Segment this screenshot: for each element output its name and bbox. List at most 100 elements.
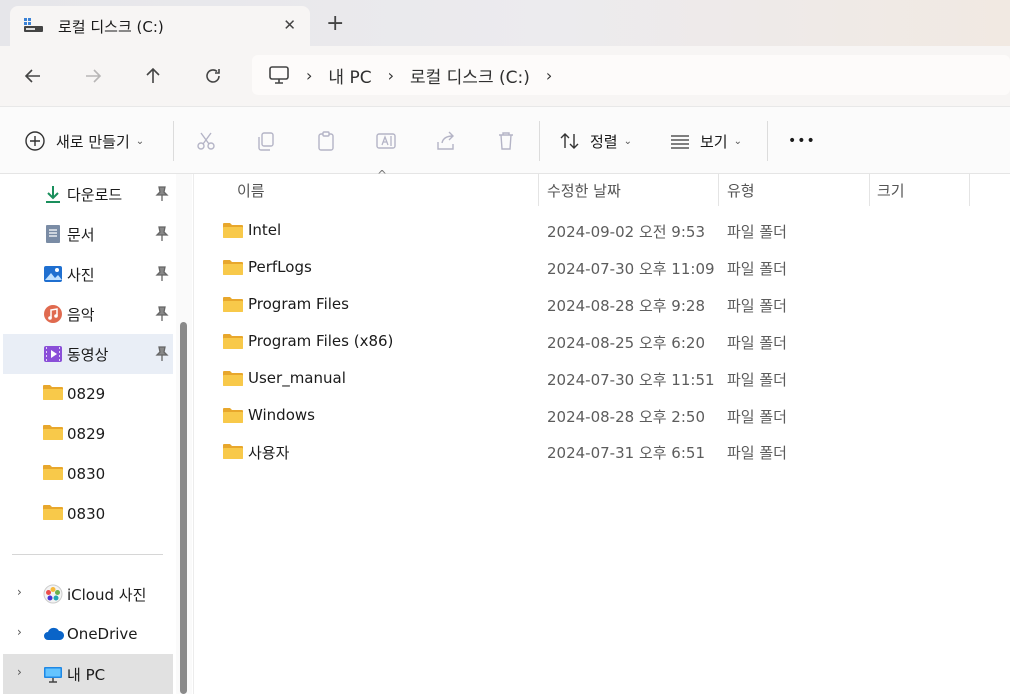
rename-button[interactable] — [375, 127, 397, 155]
file-modified: 2024-07-31 오후 6:51 — [547, 444, 705, 462]
breadcrumb-my-pc[interactable]: 내 PC — [328, 63, 371, 88]
sidebar-item-label: 음악 — [67, 305, 95, 324]
column-divider[interactable] — [969, 174, 970, 206]
up-button[interactable] — [139, 62, 167, 90]
clipboard-icon — [318, 131, 334, 151]
sidebar-item-folder-0830[interactable]: 0830 — [3, 454, 173, 494]
file-type: 파일 폴더 — [727, 260, 787, 278]
pictures-icon — [43, 264, 63, 284]
folder-icon — [223, 222, 243, 238]
sidebar-divider — [12, 554, 163, 555]
column-header-size[interactable]: 크기 — [877, 174, 905, 206]
sidebar-item-folder-0829[interactable]: 0829 — [3, 414, 173, 454]
new-button[interactable]: 새로 만들기 ⌄ — [24, 127, 144, 155]
chevron-right-icon[interactable]: › — [546, 66, 552, 85]
file-modified: 2024-09-02 오전 9:53 — [547, 223, 705, 241]
table-row[interactable]: User_manual 2024-07-30 오후 11:51 파일 폴더 — [194, 360, 1010, 397]
sidebar-item-music[interactable]: 음악 — [3, 294, 173, 334]
sidebar-item-videos[interactable]: 동영상 — [3, 334, 173, 374]
pin-icon[interactable] — [155, 346, 169, 362]
sort-ascending-icon: ^ — [377, 168, 388, 182]
table-row[interactable]: Intel 2024-09-02 오전 9:53 파일 폴더 — [194, 212, 1010, 249]
sidebar-item-icloud-photos[interactable]: › iCloud 사진 — [3, 574, 173, 614]
video-icon — [43, 344, 63, 364]
drive-icon — [24, 18, 44, 34]
pin-icon[interactable] — [155, 226, 169, 242]
command-bar: 새로 만들기 ⌄ 정렬 ⌄ 보기 ⌄ ••• — [0, 106, 1010, 174]
column-divider[interactable] — [869, 174, 870, 206]
more-options-button[interactable]: ••• — [788, 127, 816, 155]
cut-button[interactable] — [195, 127, 217, 155]
sidebar-scrollbar-thumb[interactable] — [180, 322, 187, 694]
file-name: 사용자 — [248, 444, 290, 462]
sidebar-item-my-pc[interactable]: › 내 PC — [3, 654, 173, 694]
sidebar-item-downloads[interactable]: 다운로드 — [3, 174, 173, 214]
sort-button[interactable]: 정렬 ⌄ — [559, 127, 632, 155]
forward-button[interactable] — [79, 62, 107, 90]
column-divider[interactable] — [538, 174, 539, 206]
pin-icon[interactable] — [155, 306, 169, 322]
sidebar-item-label: 0830 — [67, 505, 106, 523]
chevron-right-icon[interactable]: › — [17, 585, 22, 599]
sidebar-item-label: 0829 — [67, 425, 106, 443]
chevron-down-icon: ⌄ — [623, 135, 632, 147]
trash-icon — [499, 132, 513, 150]
column-header-name[interactable]: 이름 — [237, 174, 265, 206]
share-button[interactable] — [435, 127, 457, 155]
table-row[interactable]: Windows 2024-08-28 오후 2:50 파일 폴더 — [194, 397, 1010, 434]
sort-icon — [560, 133, 579, 149]
pin-icon[interactable] — [155, 186, 169, 202]
folder-icon — [223, 259, 243, 275]
refresh-button[interactable] — [199, 62, 227, 90]
rename-icon — [376, 133, 396, 149]
navigation-pane: 다운로드 문서 사진 음악 동영상 0829 0829 0830 0830 › — [0, 174, 176, 694]
folder-icon — [223, 333, 243, 349]
delete-button[interactable] — [495, 127, 517, 155]
sort-label: 정렬 — [590, 132, 618, 151]
sidebar-item-onedrive[interactable]: › OneDrive — [3, 614, 173, 654]
file-type: 파일 폴더 — [727, 334, 787, 352]
view-button[interactable]: 보기 ⌄ — [669, 127, 742, 155]
sidebar-item-folder-0830[interactable]: 0830 — [3, 494, 173, 534]
close-tab-icon[interactable]: ✕ — [283, 16, 296, 34]
table-row[interactable]: Program Files 2024-08-28 오후 9:28 파일 폴더 — [194, 286, 1010, 323]
scissors-icon — [197, 132, 215, 150]
chevron-right-icon: › — [306, 65, 313, 85]
file-name: Program Files (x86) — [248, 332, 394, 350]
chevron-right-icon[interactable]: › — [17, 665, 22, 679]
column-header-modified[interactable]: 수정한 날짜 — [547, 174, 621, 206]
sidebar-item-folder-0829[interactable]: 0829 — [3, 374, 173, 414]
back-button[interactable] — [19, 62, 47, 90]
file-modified: 2024-07-30 오후 11:09 — [547, 260, 715, 278]
column-divider[interactable] — [718, 174, 719, 206]
table-row[interactable]: PerfLogs 2024-07-30 오후 11:09 파일 폴더 — [194, 249, 1010, 286]
download-icon — [43, 184, 63, 204]
file-modified: 2024-08-28 오후 2:50 — [547, 408, 705, 426]
table-row[interactable]: 사용자 2024-07-31 오후 6:51 파일 폴더 — [194, 433, 1010, 470]
copy-icon — [258, 132, 274, 151]
refresh-icon — [206, 69, 220, 83]
sidebar-item-documents[interactable]: 문서 — [3, 214, 173, 254]
table-row[interactable]: Program Files (x86) 2024-08-25 오후 6:20 파… — [194, 323, 1010, 360]
tab-local-disk[interactable]: 로컬 디스크 (C:) ✕ — [10, 6, 310, 46]
column-header-type[interactable]: 유형 — [727, 174, 755, 206]
sidebar-item-label: iCloud 사진 — [67, 585, 147, 604]
file-name: Windows — [248, 406, 315, 424]
view-list-icon — [671, 135, 689, 149]
new-tab-button[interactable]: + — [326, 13, 344, 35]
address-bar[interactable]: › 내 PC › 로컬 디스크 (C:) › — [252, 55, 1010, 95]
plus-circle-icon — [25, 131, 45, 151]
sidebar-item-label: OneDrive — [67, 625, 138, 643]
folder-icon — [223, 370, 243, 386]
sidebar-item-label: 동영상 — [67, 345, 109, 364]
breadcrumb-local-disk[interactable]: 로컬 디스크 (C:) — [410, 63, 530, 88]
copy-button[interactable] — [255, 127, 277, 155]
file-name: Intel — [248, 221, 282, 239]
file-type: 파일 폴더 — [727, 297, 787, 315]
paste-button[interactable] — [315, 127, 337, 155]
chevron-right-icon[interactable]: › — [17, 625, 22, 639]
pin-icon[interactable] — [155, 266, 169, 282]
view-label: 보기 — [700, 132, 728, 151]
sidebar-item-pictures[interactable]: 사진 — [3, 254, 173, 294]
file-name: PerfLogs — [248, 258, 312, 276]
